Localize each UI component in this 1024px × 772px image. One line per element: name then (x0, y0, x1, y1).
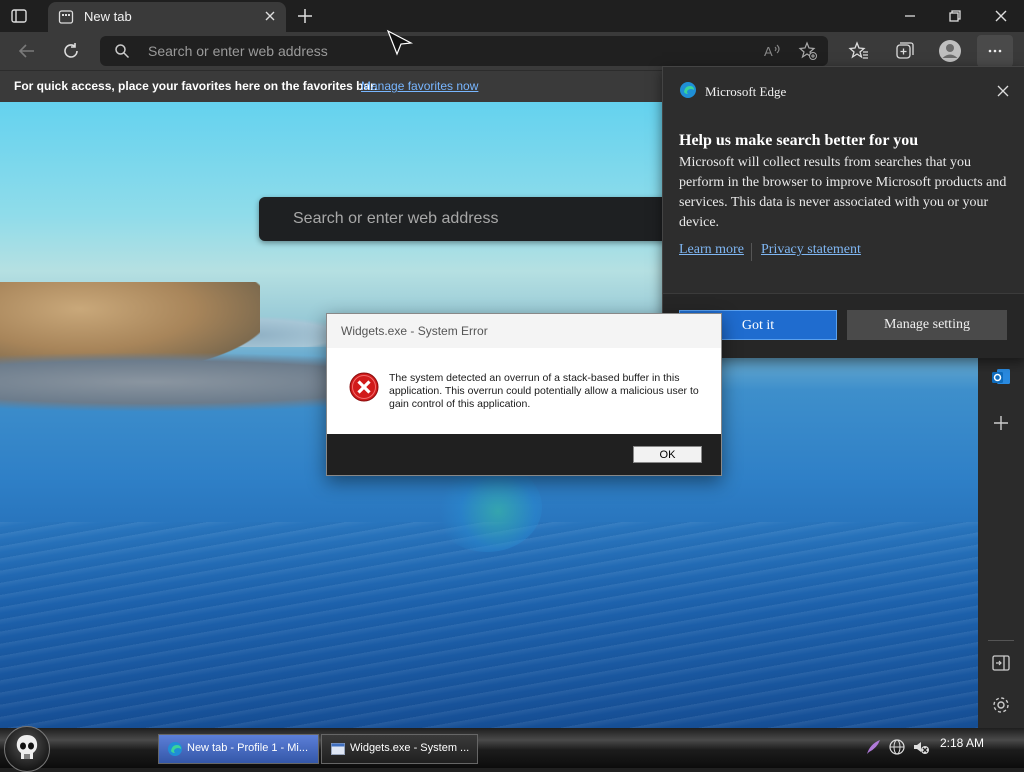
favorites-bar-message: For quick access, place your favorites h… (14, 79, 378, 93)
flyout-heading: Help us make search better for you (679, 132, 919, 149)
volume-muted-icon[interactable] (912, 738, 930, 756)
back-arrow-icon[interactable] (16, 40, 38, 62)
start-button[interactable] (4, 726, 50, 772)
more-dots-icon (988, 49, 1002, 53)
taskbar-clock[interactable]: 2:18 AM (940, 736, 984, 750)
settings-and-more-button[interactable] (977, 35, 1013, 67)
address-bar[interactable]: Search or enter web address A (100, 36, 828, 66)
taskbar: New tab - Profile 1 - Mi... Widgets.exe … (0, 726, 1024, 772)
taskbar-item-edge[interactable]: New tab - Profile 1 - Mi... (158, 734, 319, 764)
favorites-icon[interactable] (848, 40, 870, 62)
new-tab-page-icon (58, 10, 74, 24)
dialog-footer: OK (327, 434, 721, 475)
feather-icon[interactable] (864, 738, 882, 756)
learn-more-link[interactable]: Learn more (679, 242, 744, 258)
close-icon[interactable] (995, 83, 1011, 99)
title-bar: New tab (0, 0, 1024, 32)
flyout-body: Microsoft will collect results from sear… (679, 155, 1007, 230)
edge-logo-icon (168, 742, 182, 756)
collections-icon[interactable] (893, 40, 915, 62)
network-globe-icon[interactable] (888, 738, 906, 756)
gear-icon[interactable] (990, 694, 1012, 716)
close-tab-icon[interactable] (262, 8, 278, 24)
new-tab-plus-icon[interactable] (295, 6, 315, 26)
flyout-app-name: Microsoft Edge (705, 84, 787, 99)
link-divider (751, 243, 752, 261)
close-window-icon[interactable] (991, 6, 1011, 26)
error-icon (349, 372, 379, 402)
minimize-icon[interactable] (900, 6, 920, 26)
mouse-cursor-icon (386, 29, 414, 56)
hide-sidebar-icon[interactable] (990, 652, 1012, 674)
svg-text:A: A (764, 44, 773, 59)
restore-icon[interactable] (945, 6, 965, 26)
edge-logo-icon (680, 82, 696, 98)
dialog-message: The system detected an overrun of a stac… (389, 372, 699, 410)
read-aloud-icon[interactable]: A (762, 41, 782, 61)
sidebar-divider (988, 640, 1014, 641)
taskbar-item-widgets[interactable]: Widgets.exe - System ... (321, 734, 478, 764)
add-sidebar-app-icon[interactable] (990, 412, 1012, 434)
dialog-title-bar[interactable]: Widgets.exe - System Error (327, 314, 721, 348)
manage-setting-button[interactable]: Manage setting (847, 310, 1007, 340)
taskbar-item-label: Widgets.exe - System ... (350, 742, 470, 754)
system-error-dialog: Widgets.exe - System Error The system de… (326, 313, 722, 476)
ok-button[interactable]: OK (633, 446, 702, 463)
outlook-icon[interactable] (990, 366, 1012, 388)
tab-actions-icon[interactable] (10, 7, 28, 25)
window-app-icon (331, 743, 345, 755)
address-input[interactable]: Search or enter web address (148, 43, 328, 59)
skull-logo-icon (16, 735, 38, 759)
tab-title: New tab (84, 9, 132, 24)
refresh-icon[interactable] (60, 40, 82, 62)
taskbar-item-label: New tab - Profile 1 - Mi... (187, 742, 309, 754)
manage-favorites-link[interactable]: Manage favorites now (361, 79, 478, 93)
new-tab-search-input[interactable]: Search or enter web address (293, 210, 498, 228)
water-ripples (0, 522, 978, 728)
profile-avatar-icon[interactable] (938, 39, 962, 63)
browser-toolbar: Search or enter web address A (0, 32, 1024, 70)
add-favorite-icon[interactable] (798, 41, 818, 61)
dialog-title: Widgets.exe - System Error (341, 324, 488, 338)
new-tab-search-box[interactable]: Search or enter web address (259, 197, 679, 241)
tab-new-tab[interactable]: New tab (48, 2, 286, 32)
search-icon (115, 44, 130, 59)
privacy-statement-link[interactable]: Privacy statement (761, 242, 861, 258)
